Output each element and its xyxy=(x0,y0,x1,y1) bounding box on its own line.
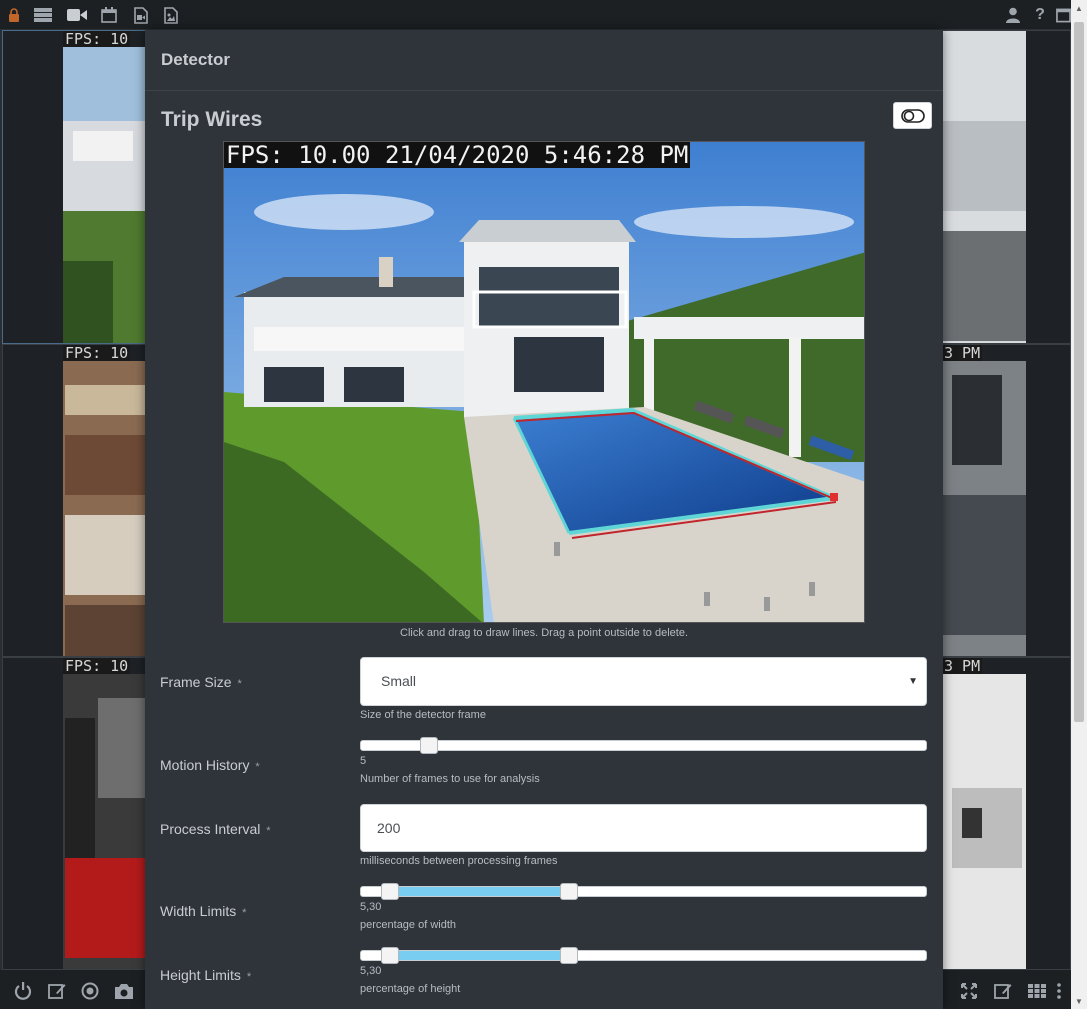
help-icon[interactable]: ? xyxy=(1030,5,1050,25)
camera-tile[interactable] xyxy=(941,30,1071,344)
motion-history-help: Number of frames to use for analysis xyxy=(360,773,540,785)
dialog-title: Detector xyxy=(161,50,230,69)
camera-fps-label: FPS: 10 xyxy=(63,30,131,48)
frame-size-select[interactable]: Small ▼ xyxy=(360,657,927,706)
grid-icon[interactable] xyxy=(1026,980,1048,1002)
camera-tile[interactable]: FPS: 10 xyxy=(2,657,147,970)
camera-tile[interactable]: FPS: 10 xyxy=(2,30,147,344)
video-camera-icon[interactable] xyxy=(64,5,90,25)
more-icon[interactable] xyxy=(1053,980,1065,1002)
camera-tile[interactable]: 3 PM xyxy=(941,344,1071,657)
scroll-up-icon[interactable]: ▲ xyxy=(1071,0,1087,16)
height-limits-help: percentage of height xyxy=(360,983,461,995)
camera-time-label: 3 PM xyxy=(942,344,983,362)
scrollbar-thumb[interactable] xyxy=(1074,22,1084,722)
height-limits-value: 5,30 xyxy=(360,965,382,977)
process-interval-label: Process Interval * xyxy=(160,821,271,837)
preview-fps-overlay: FPS: 10.00 21/04/2020 5:46:28 PM xyxy=(224,141,691,169)
camera-icon[interactable] xyxy=(113,980,135,1002)
process-interval-input[interactable]: 200 xyxy=(360,804,927,852)
camera-fps-label: FPS: 10 xyxy=(63,344,131,362)
dialog-header: Detector xyxy=(145,30,943,91)
process-interval-help: milliseconds between processing frames xyxy=(360,855,558,867)
camera-tile[interactable]: FPS: 10 xyxy=(2,344,147,657)
section-title: Trip Wires xyxy=(161,108,263,131)
lock-icon[interactable] xyxy=(4,5,24,25)
camera-time-label: 3 PM xyxy=(942,657,983,675)
user-icon[interactable] xyxy=(1003,5,1023,25)
detector-dialog: Detector Trip Wires FPS: 10.00 21/04/202… xyxy=(145,30,943,1009)
width-limits-label: Width Limits * xyxy=(160,903,247,919)
width-limits-range xyxy=(390,887,569,896)
height-limits-slider[interactable] xyxy=(360,947,927,964)
height-limits-range xyxy=(390,951,569,960)
image-file-icon[interactable] xyxy=(161,5,181,25)
server-list-icon[interactable] xyxy=(33,5,53,25)
motion-history-value: 5 xyxy=(360,755,367,767)
edit-icon[interactable] xyxy=(46,980,68,1002)
camera-preview-image xyxy=(224,142,864,622)
camera-fps-label: FPS: 10 xyxy=(63,657,131,675)
edit-icon[interactable] xyxy=(992,980,1014,1002)
width-limits-help: percentage of width xyxy=(360,919,457,931)
window-icon[interactable] xyxy=(1056,5,1071,25)
motion-history-slider-thumb[interactable] xyxy=(420,737,438,754)
frame-size-value: Small xyxy=(381,673,417,689)
top-toolbar: ? xyxy=(0,0,1087,30)
calendar-icon[interactable] xyxy=(99,5,119,25)
motion-history-label: Motion History * xyxy=(160,757,260,773)
page-scrollbar[interactable]: ▲ ▼ xyxy=(1071,0,1087,1009)
toggle-button[interactable] xyxy=(893,102,932,129)
width-limits-slider[interactable] xyxy=(360,883,927,900)
height-limits-low-thumb[interactable] xyxy=(381,947,399,964)
frame-size-label: Frame Size * xyxy=(160,674,242,690)
motion-history-slider[interactable] xyxy=(360,737,927,754)
fullscreen-icon[interactable] xyxy=(958,980,980,1002)
preview-hint: Click and drag to draw lines. Drag a poi… xyxy=(400,627,688,639)
width-limits-value: 5,30 xyxy=(360,901,382,913)
tripwire-canvas[interactable]: FPS: 10.00 21/04/2020 5:46:28 PM xyxy=(223,141,865,623)
width-limits-high-thumb[interactable] xyxy=(560,883,578,900)
height-limits-label: Height Limits * xyxy=(160,967,252,983)
power-icon[interactable] xyxy=(12,980,34,1002)
record-icon[interactable] xyxy=(79,980,101,1002)
chevron-down-icon: ▼ xyxy=(908,676,918,687)
scroll-down-icon[interactable]: ▼ xyxy=(1071,993,1087,1009)
video-file-icon[interactable] xyxy=(131,5,151,25)
camera-tile[interactable]: 3 PM xyxy=(941,657,1071,970)
width-limits-low-thumb[interactable] xyxy=(381,883,399,900)
height-limits-high-thumb[interactable] xyxy=(560,947,578,964)
frame-size-help: Size of the detector frame xyxy=(360,709,486,721)
toggle-icon xyxy=(900,108,925,123)
